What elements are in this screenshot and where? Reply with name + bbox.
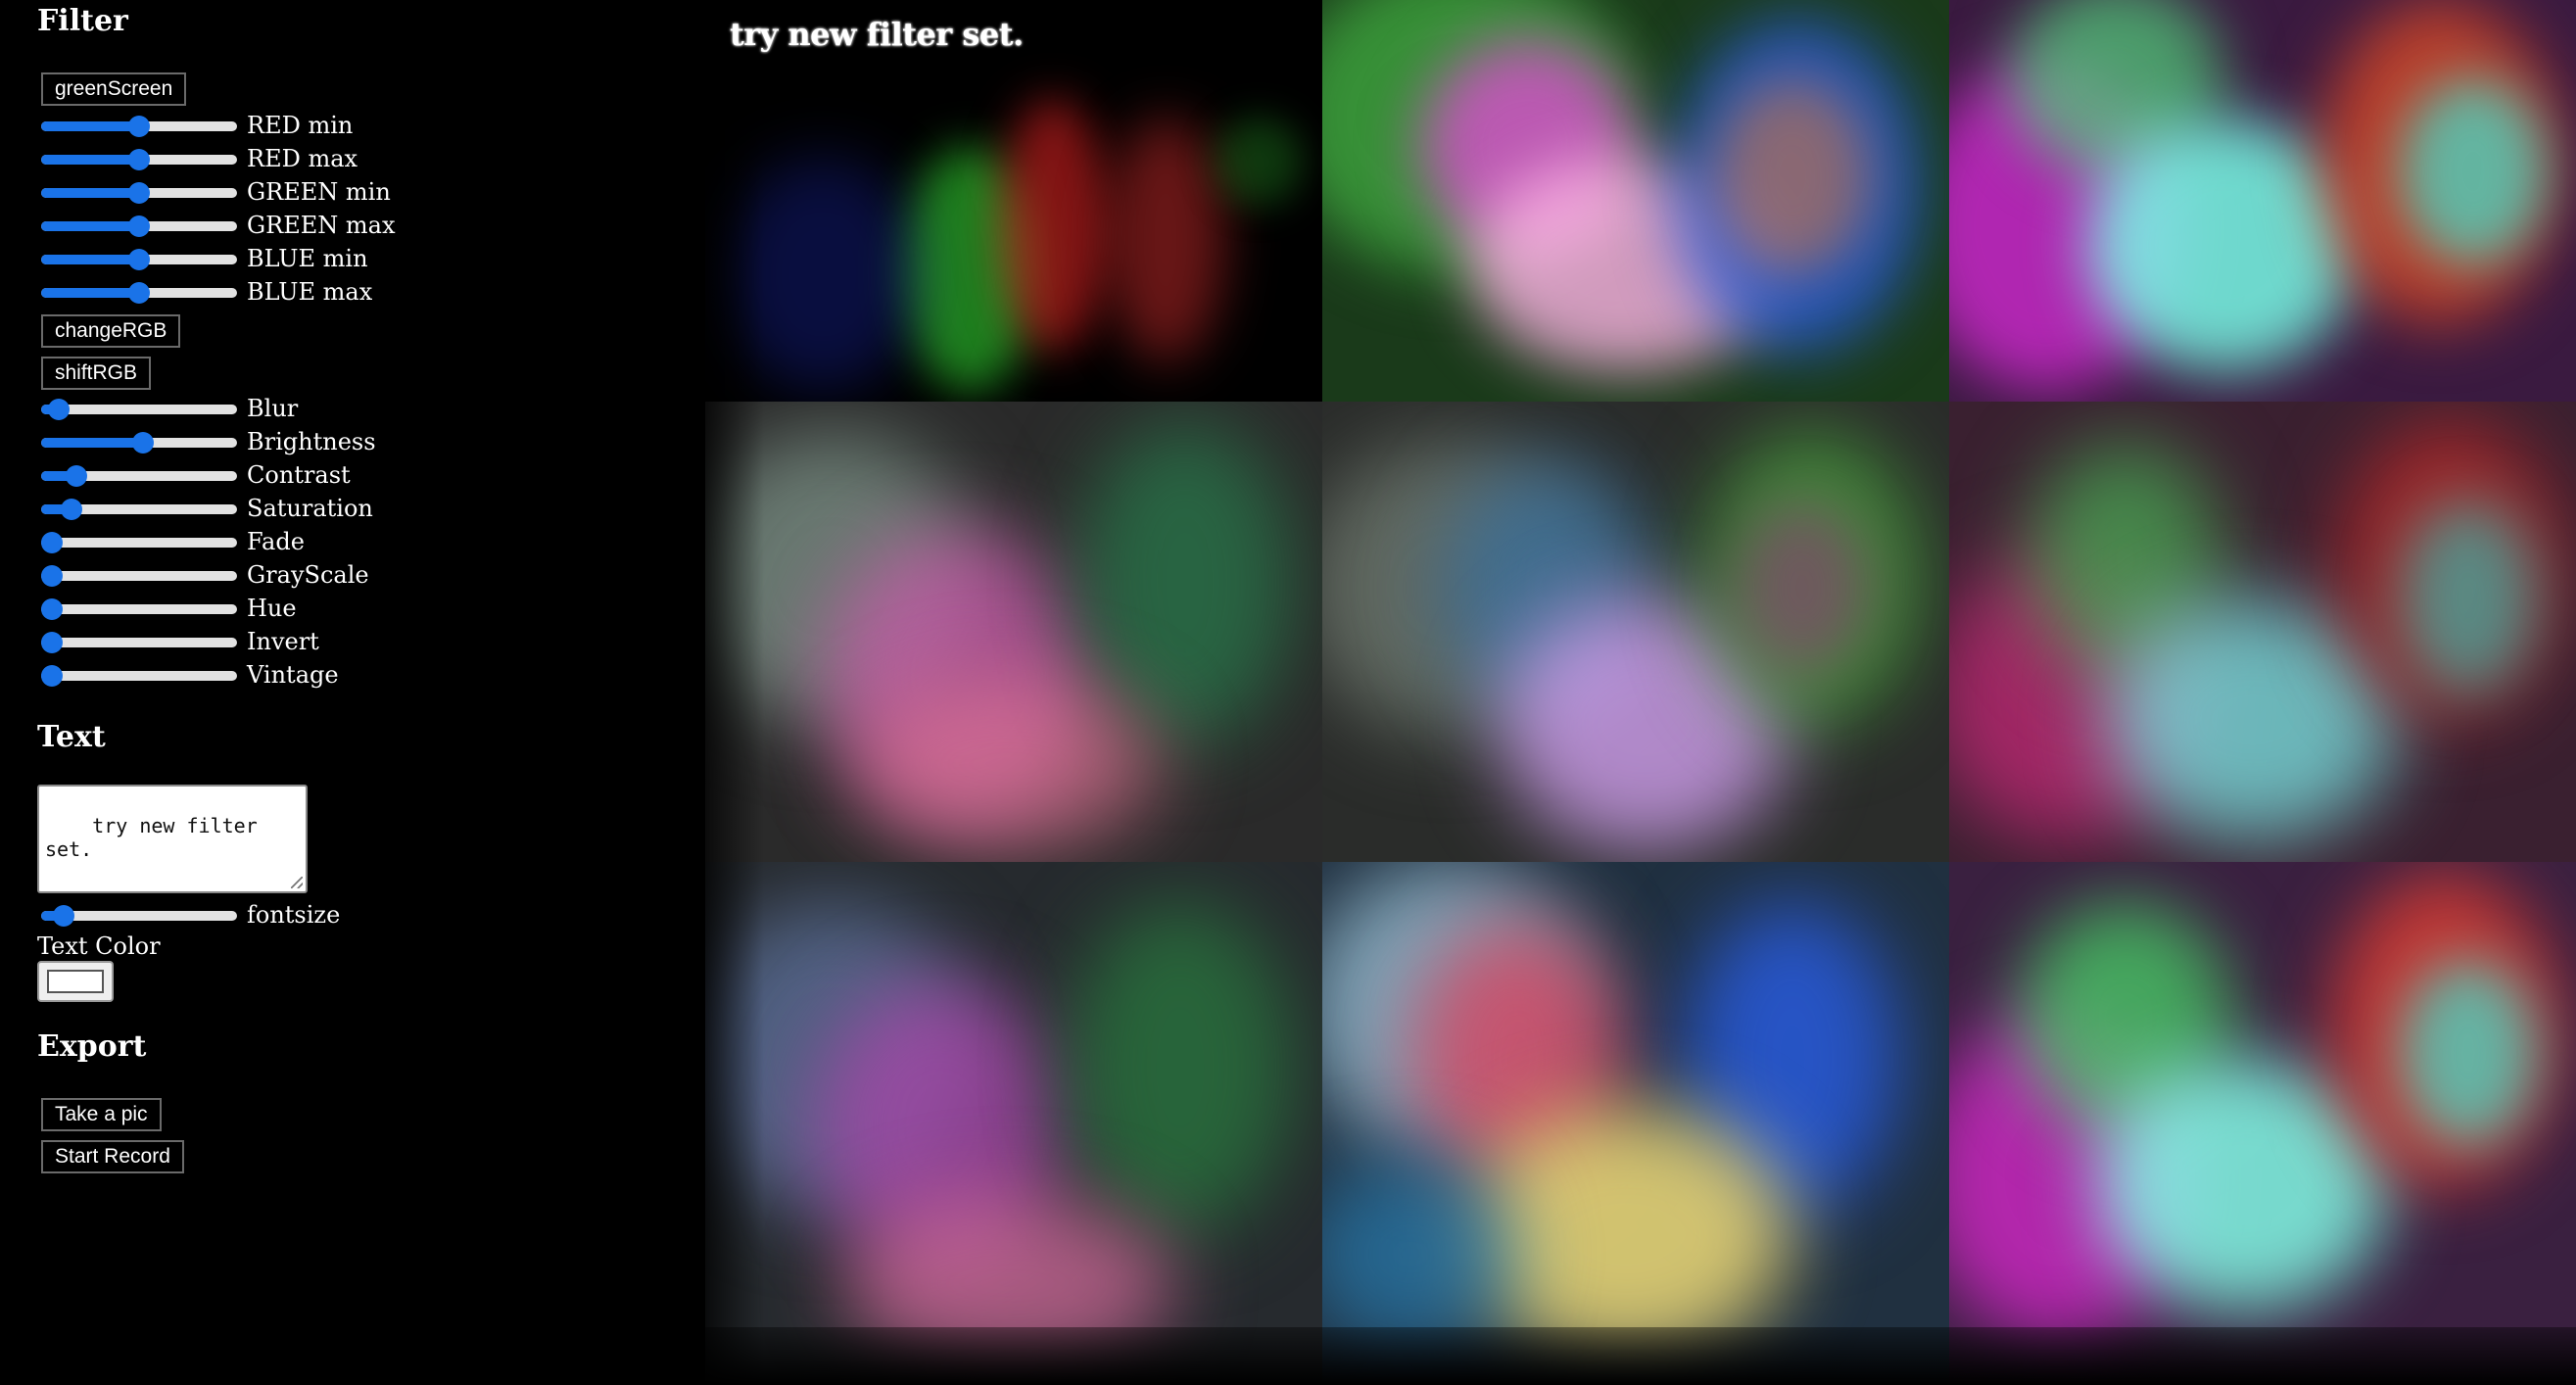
saturation-slider[interactable]: Saturation (41, 495, 394, 526)
fade-label: Fade (247, 528, 305, 555)
video-tile (705, 402, 1322, 862)
brightness-label: Brightness (247, 428, 376, 455)
green-min-label: GREEN min (247, 178, 391, 206)
grayscale-slider-track[interactable] (41, 571, 237, 581)
invert-slider[interactable]: Invert (41, 628, 394, 659)
fontsize-label: fontsize (247, 901, 341, 929)
grayscale-label: GrayScale (247, 561, 369, 589)
red-max-label: RED max (247, 145, 358, 172)
red-min-slider[interactable]: RED min (41, 112, 394, 143)
blur-slider-thumb[interactable] (48, 399, 71, 420)
video-tile (1949, 402, 2576, 862)
contrast-label: Contrast (247, 461, 351, 489)
blur-label: Blur (247, 395, 299, 422)
green-max-slider-thumb[interactable] (128, 215, 150, 237)
blue-max-slider[interactable]: BLUE max (41, 278, 394, 310)
green-screen-button[interactable]: greenScreen (41, 72, 187, 106)
hue-label: Hue (247, 595, 297, 622)
green-min-slider[interactable]: GREEN min (41, 178, 394, 210)
filter-heading: Filter (37, 4, 128, 38)
fontsize-slider[interactable]: fontsize (41, 901, 394, 932)
green-min-slider-thumb[interactable] (128, 182, 150, 204)
blur-slider[interactable]: Blur (41, 395, 394, 426)
fontsize-slider-thumb[interactable] (53, 905, 75, 927)
blur-slider-track[interactable] (41, 405, 237, 414)
grid-edge-shadow (686, 0, 764, 1385)
video-overlay-text: try new filter set. (730, 16, 1024, 53)
video-tile (1322, 402, 1949, 862)
fade-slider-thumb[interactable] (41, 532, 63, 553)
grid-bottom-shadow (686, 1327, 2576, 1385)
blue-min-slider[interactable]: BLUE min (41, 245, 394, 276)
hue-slider[interactable]: Hue (41, 595, 394, 626)
control-panel: Filter greenScreen RED min RED max GREEN m… (0, 0, 686, 1385)
blue-min-slider-thumb[interactable] (128, 249, 150, 270)
invert-slider-track[interactable] (41, 638, 237, 647)
text-color-label: Text Color (37, 932, 161, 960)
export-heading: Export (37, 1029, 147, 1064)
invert-label: Invert (247, 628, 319, 655)
grayscale-slider-thumb[interactable] (41, 565, 63, 587)
vintage-label: Vintage (247, 661, 339, 689)
saturation-slider-thumb[interactable] (60, 499, 82, 520)
vintage-slider-thumb[interactable] (41, 665, 63, 687)
text-heading: Text (37, 720, 106, 754)
video-tile (1949, 0, 2576, 402)
contrast-slider-thumb[interactable] (65, 465, 87, 487)
overlay-text-input-value: try new filter set. (45, 814, 269, 861)
video-tile (705, 0, 1322, 402)
blue-max-slider-thumb[interactable] (128, 282, 150, 304)
fade-slider-track[interactable] (41, 538, 237, 548)
video-tile (705, 862, 1322, 1385)
resize-grip-icon[interactable] (291, 877, 303, 888)
green-max-slider[interactable]: GREEN max (41, 212, 396, 243)
brightness-slider[interactable]: Brightness (41, 428, 394, 459)
change-rgb-button[interactable]: changeRGB (41, 314, 181, 348)
brightness-slider-thumb[interactable] (131, 432, 154, 454)
fade-slider[interactable]: Fade (41, 528, 394, 559)
video-tile (1322, 862, 1949, 1385)
red-max-slider[interactable]: RED max (41, 145, 394, 176)
video-tile (1949, 862, 2576, 1385)
text-color-swatch (47, 970, 104, 993)
filtered-video-grid (705, 0, 2576, 1385)
video-tile (1322, 0, 1949, 402)
blue-min-label: BLUE min (247, 245, 368, 272)
grayscale-slider[interactable]: GrayScale (41, 561, 394, 593)
text-color-picker[interactable] (37, 961, 114, 1002)
hue-slider-track[interactable] (41, 604, 237, 614)
vintage-slider-track[interactable] (41, 671, 237, 681)
start-record-button[interactable]: Start Record (41, 1140, 184, 1173)
red-min-slider-thumb[interactable] (128, 116, 150, 137)
saturation-label: Saturation (247, 495, 373, 522)
take-pic-button[interactable]: Take a pic (41, 1098, 162, 1131)
contrast-slider[interactable]: Contrast (41, 461, 394, 493)
overlay-text-input[interactable]: try new filter set. (37, 785, 308, 893)
red-min-label: RED min (247, 112, 354, 139)
vintage-slider[interactable]: Vintage (41, 661, 394, 692)
shift-rgb-button[interactable]: shiftRGB (41, 357, 152, 390)
blue-max-label: BLUE max (247, 278, 373, 306)
green-max-label: GREEN max (247, 212, 396, 239)
invert-slider-thumb[interactable] (41, 632, 63, 653)
red-max-slider-thumb[interactable] (128, 149, 150, 170)
hue-slider-thumb[interactable] (41, 598, 63, 620)
